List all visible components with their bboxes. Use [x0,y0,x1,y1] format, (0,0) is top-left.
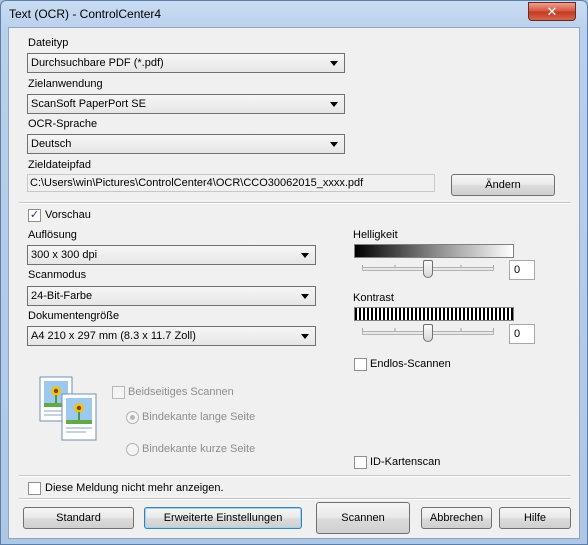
scan-mode-value: 24-Bit-Farbe [31,290,93,302]
change-path-button[interactable]: Ändern [451,174,555,196]
ocr-language-label: OCR-Sprache [28,118,98,130]
chevron-down-icon [301,294,309,299]
target-app-label: Zielanwendung [28,78,103,90]
binding-long-label: Bindekante lange Seite [142,411,256,423]
chevron-down-icon [330,61,338,66]
id-card-scan-label: ID-Kartenscan [370,456,441,468]
file-type-label: Dateityp [28,37,69,49]
target-app-select[interactable]: ScanSoft PaperPort SE [27,94,345,114]
document-size-select[interactable]: A4 210 x 297 mm (8.3 x 11.7 Zoll) [27,326,316,346]
brightness-slider-thumb[interactable] [423,260,433,278]
divider [19,202,571,204]
dialog-body: Dateityp Durchsuchbare PDF (*.pdf) Ziela… [8,27,580,539]
close-button[interactable]: ✕ [528,2,576,21]
contrast-label: Kontrast [353,292,394,304]
scan-mode-label: Scanmodus [28,269,87,281]
continuous-scan-checkbox[interactable] [354,358,367,371]
brightness-gradient [354,244,514,258]
file-type-value: Durchsuchbare PDF (*.pdf) [31,57,164,69]
binding-short-label: Bindekante kurze Seite [142,443,256,455]
chevron-down-icon [330,142,338,147]
preview-checkbox[interactable]: ✓ [28,209,41,222]
window: Text (OCR) - ControlCenter4 ✕ Dateityp D… [0,0,588,545]
continuous-scan-label: Endlos-Scannen [370,358,451,370]
chevron-down-icon [330,102,338,107]
brightness-label: Helligkeit [353,229,398,241]
duplex-checkbox[interactable] [112,386,125,399]
resolution-select[interactable]: 300 x 300 dpi [27,245,316,265]
chevron-down-icon [301,253,309,258]
contrast-pattern [354,307,514,321]
help-button[interactable]: Hilfe [499,507,571,529]
file-type-select[interactable]: Durchsuchbare PDF (*.pdf) [27,53,345,73]
duplex-pages-icon [39,376,99,442]
target-path-field[interactable]: C:\Users\win\Pictures\ControlCenter4\OCR… [27,174,435,192]
divider [19,498,571,500]
brightness-input[interactable]: 0 [509,260,535,280]
resolution-value: 300 x 300 dpi [31,249,98,261]
resolution-label: Auflösung [28,229,77,241]
binding-long-radio[interactable] [126,411,139,424]
preview-label: Vorschau [45,209,91,221]
divider [19,475,571,477]
document-size-label: Dokumentengröße [28,310,120,322]
contrast-input[interactable]: 0 [509,324,535,344]
ocr-language-select[interactable]: Deutsch [27,134,345,154]
duplex-label: Beidseitiges Scannen [128,386,234,398]
cancel-button[interactable]: Abbrechen [421,507,492,529]
contrast-slider-thumb[interactable] [423,324,433,342]
chevron-down-icon [301,334,309,339]
scan-button[interactable]: Scannen [316,502,410,534]
target-app-value: ScanSoft PaperPort SE [31,98,146,110]
target-path-label: Zieldateipfad [28,159,91,171]
window-title: Text (OCR) - ControlCenter4 [9,7,162,21]
dont-show-checkbox[interactable] [28,482,41,495]
dont-show-label: Diese Meldung nicht mehr anzeigen. [45,482,224,494]
binding-short-radio[interactable] [126,443,139,456]
document-size-value: A4 210 x 297 mm (8.3 x 11.7 Zoll) [31,330,196,342]
ocr-language-value: Deutsch [31,138,72,150]
default-button[interactable]: Standard [23,507,134,529]
advanced-settings-button[interactable]: Erweiterte Einstellungen [144,507,302,529]
scan-mode-select[interactable]: 24-Bit-Farbe [27,286,316,306]
id-card-scan-checkbox[interactable] [354,456,367,469]
title-bar: Text (OCR) - ControlCenter4 ✕ [1,1,587,27]
